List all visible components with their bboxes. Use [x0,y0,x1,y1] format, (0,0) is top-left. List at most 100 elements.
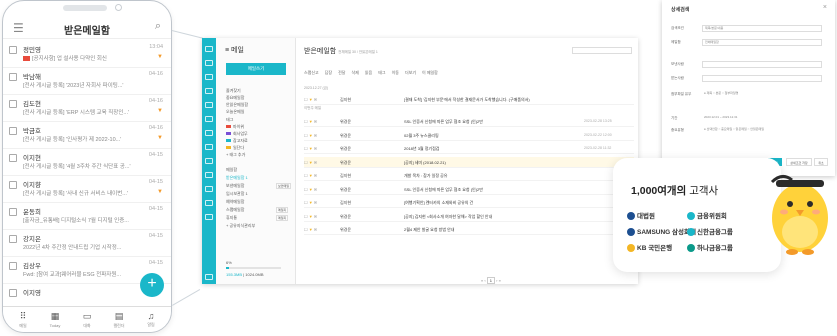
field-input[interactable]: ● 제목 ○ 본문 ○ 첨부파일명 [702,91,822,98]
checkbox[interactable] [9,235,17,243]
phone-mail-item[interactable]: 박금호 04-16 [전사 게시글 등록] '인사평가 제 2022-10...' ▼ [3,122,171,149]
mail-subject[interactable]: 2월4 제안 발굴 요청 방법 안내 [404,227,455,233]
sidebar-mailbox[interactable]: 임시보관함 1 [226,191,248,197]
checkbox[interactable] [9,73,17,81]
nav-item-4[interactable]: ▤ 캘린더 [105,311,133,329]
board-icon[interactable] [205,102,213,108]
next-page-button[interactable]: › » [496,278,501,283]
phone-mail-item[interactable]: 이지향 04-15 [전사 게시글 등록] '사내 신규 서비스 내이번...' ▼ [3,176,171,203]
mail-row[interactable]: ☐ ▼ ✉ 김지현 [여행기획안] 렌터카의 소재와비 공유의 건 [304,197,634,208]
contacts-icon[interactable] [205,88,213,94]
task-icon[interactable] [205,158,213,164]
approval-icon[interactable] [205,116,213,122]
compose-fab-button[interactable]: + [140,273,164,297]
checkbox[interactable] [9,100,17,108]
write-mail-button[interactable]: 메일쓰기 [226,63,286,75]
settings-icon[interactable] [205,214,213,220]
checkbox[interactable] [9,46,17,54]
field-input[interactable]: 2023.12.01 ~ 2023.12.31 [702,115,822,122]
phone-mail-item[interactable]: 강지은 04-15 2022년 4차 주간정 안내드립 기업 시작정... [3,230,171,257]
mail-row[interactable]: ☐ ▼ ✉ 위경윤 2018년 3월 정기점검 2023-02-28 11:32 [304,143,634,154]
mail-row[interactable]: ☐ ▼ ✉ 위경윤 [공지] 김지현 <회사소개 여자한 달해> 작업 할인 안내 [304,211,634,222]
sidebar-folder[interactable]: 중요메일함 [226,95,244,101]
mail-subject[interactable]: SSL 인증서 신청에 따른 업무 협조 요청 (인)2만 [404,187,483,193]
phone-mail-item[interactable]: 김도현 04-16 [전사 게시글 등록] 'ERP 시스템 교육 직장인...' ▼ [3,95,171,122]
sidebar-mailbox[interactable]: 메일함 [226,167,237,173]
prev-page-button[interactable]: « ‹ [481,278,486,283]
toolbar-button[interactable]: 삭제 [351,70,358,75]
survey-icon[interactable] [205,200,213,206]
nav-item-5[interactable]: ♫ 알림 [137,311,165,328]
field-input[interactable]: ● 선택안함 ○ 중요메일 ○ 읽은메일 ○ 안읽은메일 [702,127,822,134]
field-input[interactable]: 제목/본문/내용 [702,25,822,32]
toolbar-button[interactable]: 스팸신고 [304,70,319,75]
flag-icon[interactable]: ▼ [157,135,163,141]
mail-subject[interactable]: [여행기획안] 렌터카의 소재와비 공유의 건 [404,200,473,206]
phone-mail-item[interactable]: 정민영 13:04 [공지사항] 업 설사용 다약인 회신 ▼ [3,41,171,68]
flag-icon[interactable]: ▼ [157,189,163,195]
sidebar-mailbox[interactable]: 받은메일함 1 [226,175,248,181]
toolbar-button[interactable]: 답장 [325,70,332,75]
sidebar-mailbox[interactable]: 예약메일함 [226,199,244,205]
sidebar-folder[interactable]: 안읽은메일함 [226,102,248,108]
toolbar-button[interactable]: 더보기 [405,70,416,75]
checkbox[interactable] [9,289,17,297]
mail-subject[interactable]: 개발 목차 : 참가 일정 공유 [404,173,447,179]
drive-icon[interactable] [205,144,213,150]
mail-subject[interactable]: 2018년 3월 정기점검 [404,146,439,152]
sidebar-folder[interactable]: + 태그 추가 [226,152,245,158]
sidebar-folder[interactable]: 마이위 [226,124,244,130]
current-page[interactable]: 1 [486,277,496,284]
sidebar-folder[interactable]: 회사업무 [226,131,248,137]
sidebar-folder[interactable]: 즐겨찾기 [226,88,241,94]
flag-icon[interactable]: ▼ [157,54,163,60]
mail-row[interactable]: ☐ ▼ ✉ 김지현 [결재 도착] '김지현 부문'에서 작성한 결재문서가 도착했… [304,94,634,105]
calendar-icon[interactable] [205,74,213,80]
mail-icon[interactable] [205,60,213,66]
mail-row[interactable]: ☐ ▼ ✉ 위경윤 2월4 제안 발굴 요청 방법 안내 [304,224,634,235]
mail-subject[interactable]: [공지] 세미 (2018.02.21) [404,160,446,166]
report-icon[interactable] [205,186,213,192]
mail-row[interactable]: ☐ ▼ ✉ 위경윤 SSL 인증서 신청에 따른 업무 협조 요청 (인)2만 202… [304,116,634,127]
checkbox[interactable] [9,127,17,135]
mail-row[interactable]: ☐ ▼ ✉ 김지현 개발 목차 : 참가 일정 공유 [304,170,634,181]
checkbox[interactable] [9,208,17,216]
toolbar-button[interactable]: 읽음 [365,70,372,75]
note-icon[interactable] [205,172,213,178]
mail-subject[interactable]: [공지] 김지현 <회사소개 여자한 달해> 작업 할인 안내 [404,214,492,220]
home-icon[interactable] [205,46,213,52]
mail-search-input[interactable] [572,47,632,54]
phone-mail-item[interactable]: 박남해 04-16 [전사 게시글 등록] '2023년 자회사 파이팅...' [3,68,171,95]
toolbar-button[interactable]: 이 메일함 [422,70,438,75]
sidebar-mailbox[interactable]: 보낸메일함 보안메일 [226,183,292,189]
nav-item-3[interactable]: ▭ 대화 [73,311,101,329]
chat-icon[interactable] [205,130,213,136]
phone-mail-item[interactable]: 이지현 04-15 [전사 게시글 등록] '4월 3주차 주간 식단표 공...' [3,149,171,176]
nav-item-1[interactable]: ⠿ 메일 [9,311,37,329]
checkbox[interactable] [9,154,17,162]
toolbar-button[interactable]: 이동 [392,70,399,75]
mail-row[interactable]: ☐ ▼ ✉ 위경윤 SSL 인증서 신청에 따른 업무 협조 요청 (인)2만 [304,184,634,195]
checkbox[interactable] [9,181,17,189]
sidebar-mailbox[interactable]: 스팸메일함 메일지 [226,207,289,213]
field-input[interactable] [702,75,822,82]
field-input[interactable]: 전체메일함 [702,39,822,46]
sidebar-mailbox[interactable]: + 공유지식관리부 [226,223,255,229]
sidebar-folder[interactable]: 태그 [226,117,233,123]
mail-subject[interactable]: SSL 인증서 신청에 따른 업무 협조 요청 (인)2만 [404,119,483,125]
toolbar-button[interactable]: 전달 [338,70,345,75]
mail-subject[interactable]: [결재 도착] '김지현 부문'에서 작성한 결재문서가 도착했습니다. (구매… [404,97,530,103]
sidebar-folder[interactable]: 참고자료 [226,138,248,144]
flag-icon[interactable]: ▼ [157,108,163,114]
field-input[interactable] [702,61,822,68]
checkbox[interactable] [9,262,17,270]
sidebar-folder[interactable]: 일단다 [226,145,244,151]
search-icon[interactable]: ⌕ [155,20,161,33]
mail-subject[interactable]: 02월 3주 뉴스클리핑 [404,133,439,139]
sidebar-mailbox[interactable]: 휴지통 메일지 [226,215,289,221]
sidebar-folder[interactable]: 오늘온메일 [226,109,244,115]
mail-row[interactable]: ☐ ▼ ✉ 위경윤 [공지] 세미 (2018.02.21) [304,156,634,168]
phone-mail-item[interactable]: 윤동희 04-15 [출자금_유통배] 디지털소식 7월 디지털 인증... [3,203,171,230]
mail-row[interactable]: ☐ ▼ ✉ 위경윤 02월 3주 뉴스클리핑 2023-02-22 12:00 [304,130,634,141]
admin-icon[interactable] [205,274,213,280]
